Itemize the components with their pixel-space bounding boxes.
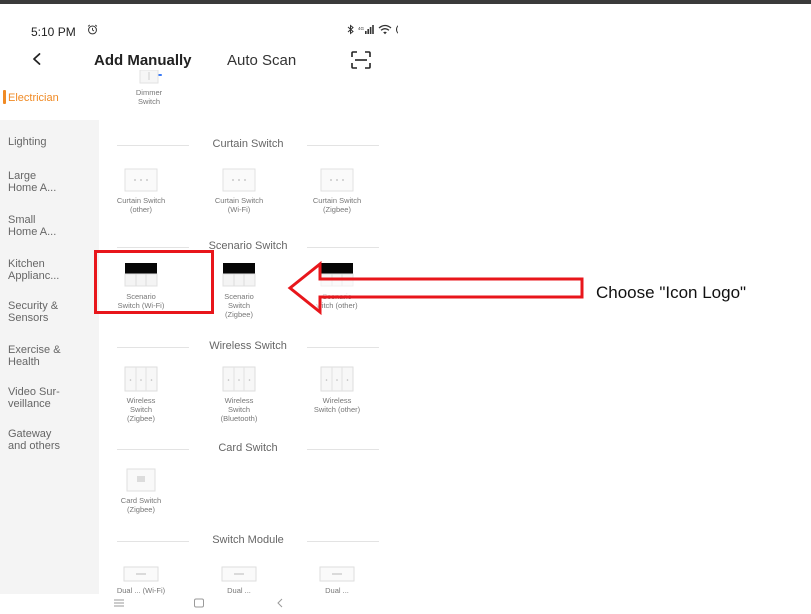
screenshot-stage: 5:10 PM 4G Add Manually Auto Scan Electr…: [0, 0, 811, 614]
bluetooth-icon: [347, 24, 354, 35]
curtain-switch-icon: [320, 168, 354, 192]
switch-module-icon: [221, 566, 257, 582]
device-label: Wireless Switch (other): [313, 396, 361, 414]
wireless-switch-icon: [320, 366, 354, 392]
device-switch-module-3[interactable]: Dual ...: [297, 566, 377, 595]
dimmer-switch-icon: [139, 70, 159, 84]
svg-text:4G: 4G: [358, 26, 365, 31]
section-header-switch-module: Switch Module: [117, 534, 379, 548]
device-curtain-switch-wifi[interactable]: Curtain Switch (Wi-Fi): [199, 168, 279, 214]
wifi-icon: [378, 24, 392, 35]
divider: [307, 247, 379, 248]
menu-icon[interactable]: [113, 597, 125, 609]
sidebar-item-electrician[interactable]: Electrician: [8, 92, 94, 104]
device-label: Scenario witch (other): [316, 292, 358, 310]
alarm-icon: [87, 24, 98, 35]
device-label: Wireless Switch (Bluetooth): [220, 396, 258, 423]
card-switch-icon: [126, 468, 156, 492]
signal-icon: 4G: [358, 25, 374, 34]
switch-module-icon: [319, 566, 355, 582]
device-label: Dimmer Switch: [135, 88, 163, 106]
highlight-box: [94, 250, 214, 314]
device-dimmer-switch[interactable]: Dimmer Switch: [109, 70, 189, 106]
device-curtain-switch-zigbee[interactable]: Curtain Switch (Zigbee): [297, 168, 377, 214]
category-sidebar: Electrician Lighting Large Home A... Sma…: [0, 74, 99, 594]
status-time: 5:10 PM: [31, 25, 76, 39]
device-label: Curtain Switch (other): [116, 196, 166, 214]
device-curtain-switch-other[interactable]: Curtain Switch (other): [101, 168, 181, 214]
system-navigation-bar: [0, 594, 398, 614]
wireless-switch-icon: [222, 366, 256, 392]
curtain-switch-icon: [124, 168, 158, 192]
section-title: Switch Module: [212, 534, 284, 546]
section-title: Wireless Switch: [209, 340, 287, 352]
device-label: Curtain Switch (Wi-Fi): [214, 196, 264, 214]
device-scenario-switch-other[interactable]: Scenario witch (other): [297, 262, 377, 310]
home-icon[interactable]: [193, 597, 205, 609]
device-wireless-switch-bluetooth[interactable]: Wireless Switch (Bluetooth): [199, 366, 279, 423]
device-label: Wireless Switch (Zigbee): [126, 396, 156, 423]
annotation-text: Choose "Icon Logo": [596, 283, 747, 302]
divider: [307, 449, 379, 450]
sidebar-item-lighting[interactable]: Lighting: [8, 136, 94, 148]
sidebar-item-exercise-health[interactable]: Exercise & Health: [8, 344, 94, 368]
status-indicators: 4G 96: [347, 24, 398, 35]
sidebar-item-security-sensors[interactable]: Security & Sensors: [8, 300, 94, 324]
sidebar-item-video-surveillance[interactable]: Video Sur- veillance: [8, 386, 94, 410]
device-list: Dimmer Switch Curtain Switch Curtain Swi…: [99, 70, 398, 595]
sidebar-item-kitchen-appliances[interactable]: Kitchen Applianc...: [8, 258, 94, 282]
device-label: Card Switch (Zigbee): [120, 496, 162, 514]
top-navigation: Add Manually Auto Scan: [0, 44, 398, 78]
device-wireless-switch-other[interactable]: Wireless Switch (other): [297, 366, 377, 414]
divider: [307, 541, 379, 542]
device-switch-module-2[interactable]: Dual ...: [199, 566, 279, 595]
battery-level-fill: [397, 25, 398, 34]
wireless-switch-icon: [124, 366, 158, 392]
device-label: Curtain Switch (Zigbee): [312, 196, 362, 214]
sidebar-item-small-home-appliances[interactable]: Small Home A...: [8, 214, 94, 238]
scenario-switch-icon: [320, 263, 354, 287]
scenario-switch-icon: [222, 263, 256, 287]
tab-auto-scan[interactable]: Auto Scan: [227, 52, 296, 69]
curtain-switch-icon: [222, 168, 256, 192]
device-card-switch-zigbee[interactable]: Card Switch (Zigbee): [101, 468, 181, 514]
divider: [307, 145, 379, 146]
section-header-curtain-switch: Curtain Switch: [117, 138, 379, 152]
section-header-card-switch: Card Switch: [117, 442, 379, 456]
active-category-marker: [3, 90, 6, 104]
back-arrow-icon[interactable]: [30, 52, 44, 66]
section-header-wireless-switch: Wireless Switch: [117, 340, 379, 354]
back-icon[interactable]: [274, 597, 286, 609]
divider: [307, 347, 379, 348]
battery-icon: 96: [396, 24, 398, 35]
device-switch-module-1[interactable]: Dual ... (Wi-Fi): [101, 566, 181, 595]
section-title: Curtain Switch: [212, 138, 284, 150]
sidebar-item-large-home-appliances[interactable]: Large Home A...: [8, 170, 94, 194]
status-bar: 5:10 PM 4G: [0, 4, 398, 40]
switch-module-icon: [123, 566, 159, 582]
tab-add-manually[interactable]: Add Manually: [94, 52, 192, 69]
sidebar-item-gateway-others[interactable]: Gateway and others: [8, 428, 94, 452]
device-wireless-switch-zigbee[interactable]: Wireless Switch (Zigbee): [101, 366, 181, 423]
scan-qr-icon[interactable]: [351, 51, 371, 69]
section-title: Card Switch: [218, 442, 278, 454]
